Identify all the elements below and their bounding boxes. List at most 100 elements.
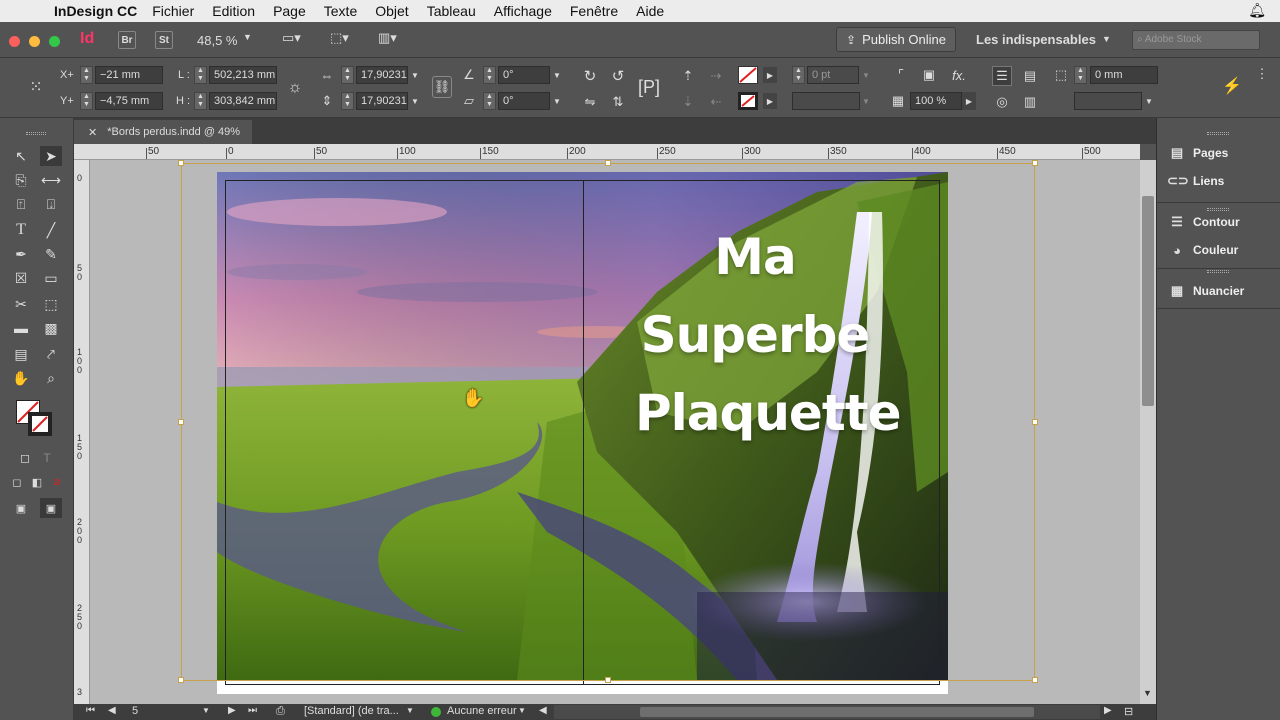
quick-apply-icon[interactable]: ⚡ [1222,76,1242,96]
drop-shadow-icon[interactable]: ▣ [920,66,938,84]
vertical-scroll-thumb[interactable] [1142,196,1154,406]
shear-dropdown-icon[interactable]: ▼ [550,92,564,110]
apply-none-icon[interactable]: ⧄ [46,472,68,492]
select-content-icon[interactable]: ⇣ [678,92,698,112]
menu-edition[interactable]: Edition [212,3,255,19]
document-tab[interactable]: ✕ *Bords perdus.indd @ 49% [74,120,252,144]
horizontal-scroll-thumb[interactable] [640,707,1034,717]
rotation-field[interactable]: 0° [498,66,550,84]
scroll-right-icon[interactable]: ▶ [1104,705,1112,716]
handle-bottom-center[interactable] [605,677,611,683]
offset-field[interactable]: 0 mm [1090,66,1158,84]
zoom-tool-icon[interactable]: ⌕ [40,368,62,388]
selection-tool-icon[interactable]: ↖ [10,146,32,166]
rotation-dropdown-icon[interactable]: ▼ [550,66,564,84]
select-prev-icon[interactable]: ⇠ [706,92,726,112]
formatting-container-icon[interactable]: ◻ [14,448,36,468]
width-field[interactable]: 502,213 mm [209,66,277,84]
handle-bottom-left[interactable] [178,677,184,683]
workspace-dropdown-icon[interactable]: ▼ [1102,34,1111,44]
line-tool-icon[interactable]: ╱ [40,220,62,240]
apply-gradient-icon[interactable]: ◧ [26,472,48,492]
page-tool-icon[interactable]: ⎘ [10,170,32,190]
text-wrap-shape-icon[interactable]: ◎ [992,92,1012,112]
normal-mode-icon[interactable]: ▣ [10,498,32,518]
panel-group-grip[interactable] [1207,132,1229,135]
fill-stroke-swatches[interactable] [16,400,56,440]
x-position-field[interactable]: −21 mm [95,66,163,84]
rectangle-tool-icon[interactable]: ▭ [40,268,62,288]
panel-group-grip[interactable] [1207,270,1229,273]
preflight-status-label[interactable]: Aucune erreur [447,705,517,717]
zoom-dropdown-icon[interactable]: ▼ [243,32,252,42]
stroke-weight-dropdown-icon[interactable]: ▼ [859,66,873,84]
app-name[interactable]: InDesign CC [54,3,137,19]
pen-tool-icon[interactable]: ✒ [10,244,32,264]
maximize-window-button[interactable] [49,36,60,47]
stroke-type-field[interactable] [792,92,860,110]
gradient-feather-tool-icon[interactable]: ▩ [40,318,62,338]
menu-page[interactable]: Page [273,3,306,19]
page-number-field[interactable]: 5 [132,705,138,717]
scale-x-dropdown-icon[interactable]: ▼ [408,66,422,84]
select-container-icon[interactable]: ⇡ [678,66,698,86]
handle-top-center[interactable] [605,160,611,166]
shear-spinner[interactable]: ▲ ▼ [483,92,496,110]
rotate-ccw-icon[interactable]: ↺ [608,66,628,86]
stroke-style-field[interactable] [1074,92,1142,110]
scroll-down-icon[interactable]: ▼ [1143,688,1152,698]
screen-mode-icon[interactable]: ⬚▾ [330,30,349,46]
menu-objet[interactable]: Objet [375,3,408,19]
stroke-swatch[interactable] [738,92,758,110]
scale-x-spinner[interactable]: ▲ ▼ [341,66,354,84]
preview-mode-icon[interactable]: ▣ [40,498,62,518]
stroke-swatch-tool[interactable] [28,412,52,436]
type-tool-icon[interactable]: T [10,220,32,240]
menu-affichage[interactable]: Affichage [494,3,552,19]
stroke-weight-spinner[interactable]: ▲ ▼ [792,66,805,84]
width-spinner[interactable]: ▲ ▼ [194,66,207,84]
scale-y-dropdown-icon[interactable]: ▼ [408,92,422,110]
scale-y-field[interactable]: 17,90231 [356,92,408,110]
height-spinner[interactable]: ▲ ▼ [194,92,207,110]
pasteboard[interactable]: Ma Superbe Plaquette ✋ [90,160,1140,704]
pencil-tool-icon[interactable]: ✎ [40,244,62,264]
last-page-icon[interactable]: ⏭ [248,705,257,716]
text-wrap-none-icon[interactable]: ☰ [992,66,1012,86]
note-tool-icon[interactable]: ▤ [10,344,32,364]
shear-field[interactable]: 0° [498,92,550,110]
scroll-left-icon[interactable]: ◀ [539,705,547,716]
handle-bottom-right[interactable] [1032,677,1038,683]
rectangle-frame-tool-icon[interactable]: ☒ [10,268,32,288]
tools-grip[interactable] [26,132,46,135]
next-page-icon[interactable]: ▶ [228,705,236,716]
menu-texte[interactable]: Texte [324,3,357,19]
text-wrap-bounding-icon[interactable]: ▤ [1020,66,1040,86]
previous-page-icon[interactable]: ◀ [108,705,116,716]
content-placer-icon[interactable]: ⍗ [40,194,62,214]
constrain-proportions-icon[interactable]: ⛓ [432,76,452,98]
flip-horizontal-icon[interactable]: ⇋ [580,92,600,112]
zoom-level[interactable]: 48,5 % [197,33,237,48]
scale-y-spinner[interactable]: ▲ ▼ [341,92,354,110]
fill-swatch[interactable] [738,66,758,84]
free-transform-tool-icon[interactable]: ⬚ [40,294,62,314]
handle-middle-right[interactable] [1032,419,1038,425]
opacity-field[interactable]: 100 % [910,92,962,110]
bridge-button[interactable]: Br [118,31,136,49]
reference-point-icon[interactable]: ⁙ [25,76,47,98]
auto-fit-icon[interactable]: ☼ [285,78,305,98]
panel-swatches[interactable]: ▦ Nuancier [1167,280,1245,302]
view-options-icon[interactable]: ▭▾ [282,30,301,46]
y-spinner[interactable]: ▲ ▼ [80,92,93,110]
vertical-ruler[interactable]: 0 5 0 1 0 0 1 5 0 2 0 0 2 5 0 3 [74,160,90,704]
direct-selection-tool-icon[interactable]: ➤ [40,146,62,166]
publish-online-button[interactable]: ⇪ Publish Online [836,27,956,52]
handle-top-left[interactable] [178,160,184,166]
formatting-text-icon[interactable]: T [36,448,58,468]
height-field[interactable]: 303,842 mm [209,92,277,110]
handle-middle-left[interactable] [178,419,184,425]
page-options-icon[interactable]: ⎙ [276,705,285,718]
notification-icon[interactable]: 🔔︎ [1248,2,1266,19]
first-page-icon[interactable]: ⏮ [86,705,95,716]
